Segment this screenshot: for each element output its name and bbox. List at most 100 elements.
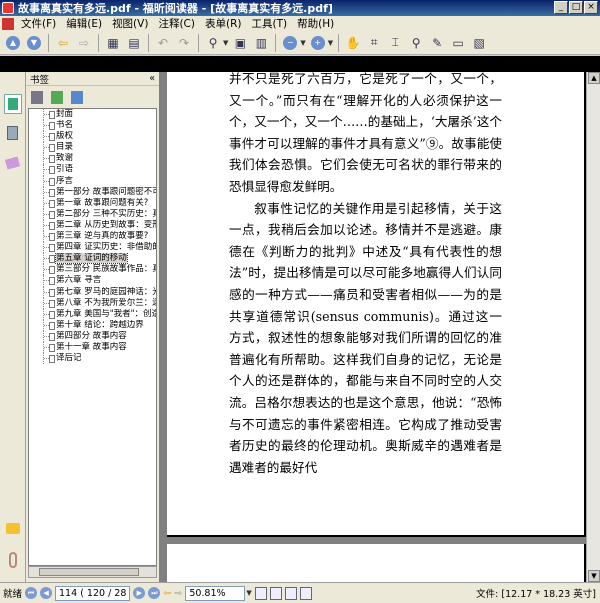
toolbar: ▲ ▼ ⇦ ⇨ ▦ ▤ ↶ ↷ ⚲ ▼ ▣ ▥ − ▼ + ▼ ✋ ⌗ ⌶ ⚲ … xyxy=(0,31,600,55)
add-bookmark-icon[interactable] xyxy=(51,90,63,104)
next-pdf-page[interactable] xyxy=(167,544,586,582)
app-icon xyxy=(2,2,14,14)
pdf-page[interactable]: 并不只是死了六百万，它是死了一个，又一个，又一个。”而只有在“理解开化的人必须保… xyxy=(167,71,586,537)
menu-view[interactable]: 视图(V) xyxy=(109,16,155,31)
pages-panel-icon[interactable] xyxy=(4,124,22,144)
collapse-panel-button[interactable]: « xyxy=(149,73,155,84)
bookmark-item[interactable]: 第一章 故事跟问题有关? xyxy=(29,197,156,209)
maximize-button[interactable]: □ xyxy=(569,1,583,14)
scroll-up-icon[interactable]: ▲ xyxy=(588,72,600,84)
page-icon xyxy=(49,188,55,197)
forward-icon[interactable]: ⇨ xyxy=(75,34,93,52)
bookmark-item[interactable]: 致谢 xyxy=(29,153,156,165)
zoom-out-icon[interactable]: − xyxy=(281,34,299,52)
zoom-dropdown-icon[interactable]: ▼ xyxy=(223,39,228,47)
bookmark-item[interactable]: 第三部分 民族故事作品：真 xyxy=(29,264,156,276)
next-page-icon[interactable]: ▼ xyxy=(25,34,43,52)
bookmark-label: 第三部分 民族故事作品：真 xyxy=(56,264,156,275)
find-icon[interactable]: ⚲ xyxy=(407,34,425,52)
zoom-out-dropdown-icon[interactable]: ▼ xyxy=(300,39,305,47)
next-page-status-icon[interactable]: ▶ xyxy=(133,587,146,599)
continuous-icon[interactable] xyxy=(269,586,282,600)
continuous-facing-icon[interactable] xyxy=(299,586,312,600)
prev-page-icon[interactable]: ▲ xyxy=(4,34,22,52)
menu-form[interactable]: 表单(R) xyxy=(202,16,249,31)
bookmark-item[interactable]: 版权 xyxy=(29,131,156,143)
bookmark-item[interactable]: 第一部分 故事跟问题密不可分 xyxy=(29,186,156,198)
bookmark-item[interactable]: 序言 xyxy=(29,175,156,187)
layers-panel-icon[interactable] xyxy=(4,154,22,174)
bookmark-item[interactable]: 第十章 结论：跨越边界 xyxy=(29,319,156,331)
scroll-down-icon[interactable]: ▼ xyxy=(588,570,600,582)
bookmark-item[interactable]: 第四部分 故事内容 xyxy=(29,330,156,342)
zoom-field-dropdown-icon[interactable]: ▼ xyxy=(246,589,251,597)
redo-icon[interactable]: ↷ xyxy=(175,34,193,52)
attachments-panel-icon[interactable] xyxy=(4,550,22,570)
bookmark-item[interactable]: 第三章 逆与真的故事要? xyxy=(29,231,156,243)
document-vscrollbar[interactable]: ▲ ▼ xyxy=(586,72,600,582)
page-number-input[interactable]: 114 ( 120 / 28 xyxy=(55,585,131,601)
bookmark-item[interactable]: 第六章 寻言 xyxy=(29,275,156,287)
forward-status-icon[interactable]: ⇨ xyxy=(174,588,182,599)
undo-icon[interactable]: ↶ xyxy=(154,34,172,52)
bookmark-item[interactable]: 封面 xyxy=(29,109,156,121)
note-icon[interactable]: ✎ xyxy=(428,34,446,52)
bookmark-item[interactable]: 目录 xyxy=(29,142,156,154)
delete-bookmark-icon[interactable] xyxy=(31,90,43,104)
rotate-icon[interactable]: ▤ xyxy=(125,34,143,52)
back-status-icon[interactable]: ⇦ xyxy=(163,588,171,599)
bookmark-options-icon[interactable] xyxy=(71,90,83,104)
hand-tool-icon[interactable]: ✋ xyxy=(344,34,362,52)
select-text-icon[interactable]: ⌶ xyxy=(386,34,404,52)
bookmark-item[interactable]: 译后记 xyxy=(29,353,156,365)
bookmark-label: 目录 xyxy=(56,142,74,153)
page-layout-icon[interactable]: ▦ xyxy=(104,34,122,52)
bookmark-item[interactable]: 书名 xyxy=(29,120,156,132)
image-icon[interactable]: ▭ xyxy=(449,34,467,52)
typewriter-icon[interactable]: ▧ xyxy=(470,34,488,52)
bookmark-item[interactable]: 第十一章 故事内容 xyxy=(29,341,156,354)
zoom-in-icon[interactable]: ⚲ xyxy=(204,34,222,52)
snapshot-icon[interactable]: ⌗ xyxy=(365,34,383,52)
fit-width-icon[interactable]: ▥ xyxy=(252,34,270,52)
zoom-field[interactable]: 50.81% xyxy=(185,585,246,601)
bookmark-item[interactable]: 第八章 不为我所爱尔兰：迷 xyxy=(29,297,156,309)
bookmark-item[interactable]: 第二章 从历史到故事：变形 xyxy=(29,219,156,232)
page-icon xyxy=(49,221,55,230)
page-icon xyxy=(49,244,55,253)
page-icon xyxy=(49,299,55,308)
bookmark-item[interactable]: 第五章 证词的移动 xyxy=(29,253,156,265)
bookmark-label: 版权 xyxy=(56,131,74,142)
paragraph-2: 叙事性记忆的关键作用是引起移情，关于这一点，我稍后会加以论述。移情并不是逃避。康… xyxy=(229,200,502,475)
bookmark-item[interactable]: 第四章 证实历史：非借助的 xyxy=(29,242,156,254)
comments-panel-icon[interactable] xyxy=(4,520,22,540)
scroll-thumb[interactable] xyxy=(39,568,139,576)
bookmark-tree: 封面书名版权目录致谢引语序言第一部分 故事跟问题密不可分第一章 故事跟问题有关?… xyxy=(28,108,157,566)
bookmark-item[interactable]: 第七章 罗马的庭园神话：光 xyxy=(29,286,156,298)
bookmarks-panel-icon[interactable] xyxy=(4,94,22,114)
toolbar-divider xyxy=(98,33,99,52)
bookmark-item[interactable]: 第二部分 三种不实历史：真实 xyxy=(29,208,156,220)
single-page-icon[interactable] xyxy=(254,586,267,600)
menu-help[interactable]: 帮助(H) xyxy=(294,16,341,31)
bookmark-hscrollbar[interactable] xyxy=(28,566,157,578)
bookmark-item[interactable]: 引语 xyxy=(29,164,156,176)
menu-tools[interactable]: 工具(T) xyxy=(248,16,294,31)
document-menu-icon[interactable] xyxy=(2,17,14,30)
facing-icon[interactable] xyxy=(284,586,297,600)
last-page-icon[interactable]: ⏭ xyxy=(148,587,161,599)
zoom-add-icon[interactable]: + xyxy=(309,34,327,52)
menu-file[interactable]: 文件(F) xyxy=(18,16,63,31)
bookmark-label: 第八章 不为我所爱尔兰：迷 xyxy=(56,297,156,308)
fit-page-icon[interactable]: ▣ xyxy=(231,34,249,52)
menu-edit[interactable]: 编辑(E) xyxy=(63,16,109,31)
zoom-add-dropdown-icon[interactable]: ▼ xyxy=(328,39,333,47)
first-page-icon[interactable]: ⏮ xyxy=(25,587,38,599)
menu-comment[interactable]: 注释(C) xyxy=(155,16,202,31)
bookmark-item[interactable]: 第九章 美国与"我者"：创造 xyxy=(29,308,156,320)
minimize-button[interactable]: _ xyxy=(554,1,568,14)
previous-page-icon[interactable]: ◀ xyxy=(40,587,53,599)
close-button[interactable]: × xyxy=(584,1,598,14)
back-icon[interactable]: ⇦ xyxy=(54,34,72,52)
document-view[interactable]: 并不只是死了六百万，它是死了一个，又一个，又一个。”而只有在“理解开化的人必须保… xyxy=(159,71,600,582)
